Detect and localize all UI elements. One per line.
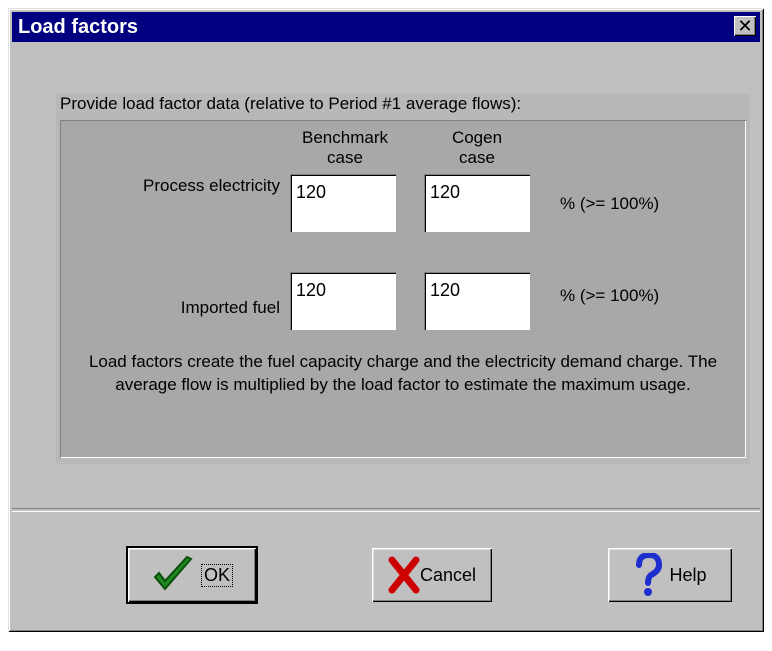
imported-fuel-cogen-input[interactable]: 120 [424,272,530,330]
window-title: Load factors [18,16,139,38]
cancel-button[interactable]: Cancel [372,548,492,602]
process-electricity-benchmark-input[interactable]: 120 [290,174,396,232]
row-label-process-electricity: Process electricity [143,176,280,195]
separator [12,508,760,512]
help-button[interactable]: Help [608,548,732,602]
group-label: Provide load factor data (relative to Pe… [60,94,522,113]
x-icon [388,556,420,594]
imported-fuel-unit: % (>= 100%) [560,286,660,305]
help-label: Help [669,564,707,585]
process-electricity-cogen-input[interactable]: 120 [424,174,530,232]
question-icon [633,553,663,597]
imported-fuel-benchmark-input[interactable]: 120 [290,272,396,330]
row-label-imported-fuel: Imported fuel [180,298,280,317]
load-factors-dialog: Load factors ✕ Provide load factor data … [8,8,764,632]
ok-button[interactable]: OK [126,546,258,604]
check-icon [151,555,195,595]
process-electricity-unit: % (>= 100%) [560,194,660,213]
cancel-label: Cancel [419,564,477,585]
close-icon: ✕ [737,16,753,36]
ok-label: OK [200,563,233,587]
title-bar[interactable]: Load factors ✕ [12,12,760,42]
close-button[interactable]: ✕ [734,16,756,36]
column-header-benchmark: Benchmark case [302,128,388,167]
column-header-cogen: Cogen case [451,128,503,167]
load-factor-note: Load factors create the fuel capacity ch… [88,352,718,394]
